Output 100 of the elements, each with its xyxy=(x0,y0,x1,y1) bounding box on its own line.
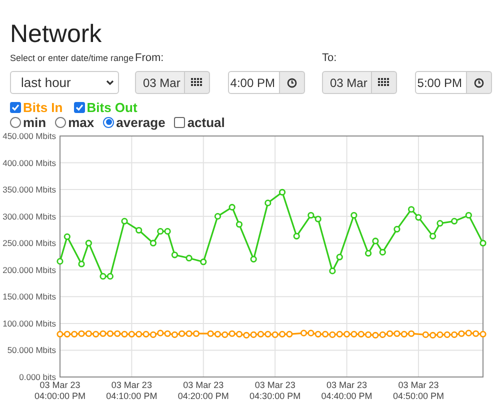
point xyxy=(293,232,300,240)
range-label: From: xyxy=(135,52,165,66)
point xyxy=(128,330,135,338)
time-field[interactable]: 4:00 PM xyxy=(228,71,280,94)
axis-label: 50.000 Mbits xyxy=(7,345,56,356)
clock-icon xyxy=(287,78,297,88)
checkbox[interactable] xyxy=(10,102,21,112)
chevron-icon xyxy=(106,80,114,86)
axis-label: 0.000 bits xyxy=(19,372,56,382)
calendar-button[interactable] xyxy=(372,71,397,94)
point xyxy=(451,331,458,338)
point xyxy=(350,330,358,338)
point xyxy=(358,330,364,338)
point xyxy=(465,330,472,336)
axis-label: 350.000 Mbits xyxy=(2,184,56,195)
checkbox[interactable] xyxy=(174,116,186,128)
point xyxy=(379,248,386,256)
point xyxy=(250,331,257,338)
point xyxy=(364,331,372,338)
series-label: Bits Out xyxy=(86,100,138,114)
range-label: To: xyxy=(322,52,338,66)
point xyxy=(430,232,436,240)
point xyxy=(308,330,314,336)
point xyxy=(308,212,314,219)
point xyxy=(136,226,142,234)
point xyxy=(250,256,257,262)
point xyxy=(329,268,336,274)
point xyxy=(422,331,429,338)
point xyxy=(64,330,70,338)
point xyxy=(150,331,157,338)
point xyxy=(236,221,243,228)
radio-button[interactable] xyxy=(55,116,66,128)
point xyxy=(444,331,450,338)
point xyxy=(192,330,200,337)
point xyxy=(78,260,85,268)
point xyxy=(100,273,106,280)
point xyxy=(136,330,142,338)
point xyxy=(278,188,286,196)
point xyxy=(157,330,164,336)
point xyxy=(394,226,400,232)
point xyxy=(121,330,128,338)
point xyxy=(451,218,458,224)
point xyxy=(480,330,486,338)
option-label: actual xyxy=(187,114,225,130)
point xyxy=(379,331,386,338)
axis-label: 03 Mar 23 04:00:00 PM xyxy=(34,380,87,402)
point xyxy=(436,220,444,227)
range-label: Select or enter date/time range xyxy=(10,52,135,65)
point xyxy=(186,254,192,262)
point xyxy=(121,218,128,224)
point xyxy=(186,330,192,337)
point xyxy=(228,330,236,337)
point xyxy=(236,330,243,338)
option-label: average xyxy=(116,114,166,130)
point xyxy=(85,240,92,246)
point xyxy=(85,330,92,337)
point xyxy=(364,250,372,257)
range-select[interactable]: last hour xyxy=(10,71,119,94)
point xyxy=(257,330,264,338)
radio-button[interactable] xyxy=(10,116,21,128)
checkbox[interactable] xyxy=(74,102,85,112)
point xyxy=(243,332,250,339)
point xyxy=(314,216,322,222)
point xyxy=(314,330,322,338)
point xyxy=(164,330,171,337)
point xyxy=(228,204,236,211)
axis-label: 03 Mar 23 04:10:00 PM xyxy=(105,380,158,402)
clock-button[interactable] xyxy=(467,71,492,94)
calendar-icon xyxy=(378,78,390,87)
calendar-icon xyxy=(191,78,203,87)
series-label: Bits In xyxy=(23,100,63,114)
point xyxy=(400,330,408,338)
point xyxy=(465,212,472,219)
point xyxy=(343,330,350,338)
point xyxy=(272,331,278,338)
point xyxy=(415,214,422,221)
point xyxy=(106,330,114,337)
point xyxy=(436,331,444,338)
axis-label: 250.000 Mbits xyxy=(2,238,56,248)
point xyxy=(207,330,214,337)
point xyxy=(171,331,178,338)
point xyxy=(350,212,358,219)
axis-label: 03 Mar 23 04:50:00 PM xyxy=(392,380,445,402)
point xyxy=(142,330,150,338)
point xyxy=(71,330,78,338)
point xyxy=(150,240,157,246)
clock-button[interactable] xyxy=(280,71,305,94)
option-label: min xyxy=(23,114,46,130)
time-field[interactable]: 5:00 PM xyxy=(415,71,467,94)
point xyxy=(278,330,286,338)
point xyxy=(56,330,64,338)
point xyxy=(78,330,85,337)
calendar-button[interactable] xyxy=(185,71,210,94)
page-title: Network xyxy=(9,19,103,49)
point xyxy=(408,206,415,213)
radio-button[interactable] xyxy=(103,116,114,128)
axis-label: 03 Mar 23 04:40:00 PM xyxy=(320,380,374,402)
point xyxy=(92,330,100,338)
point xyxy=(394,330,400,337)
point xyxy=(164,228,171,235)
